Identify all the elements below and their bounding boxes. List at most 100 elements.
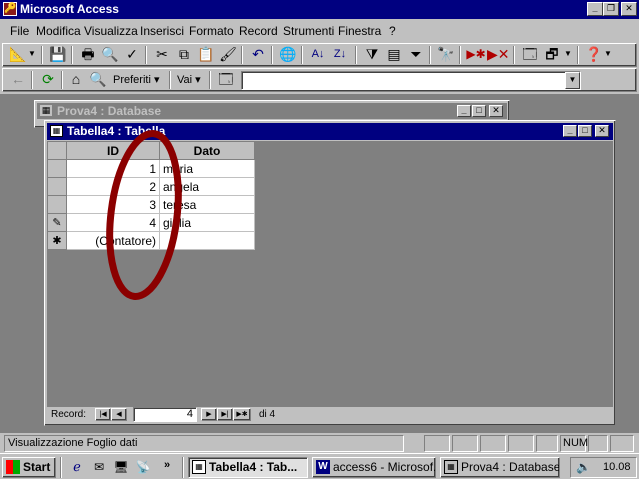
record-selector[interactable]	[47, 159, 67, 178]
apply-filter-icon[interactable]: ⏷	[405, 44, 427, 66]
start-button[interactable]: Start	[2, 457, 56, 478]
filter-selection-icon[interactable]: ⧩	[361, 44, 383, 66]
new-record-nav-button[interactable]: ▶✱	[233, 408, 251, 421]
database-icon: ▦	[444, 460, 458, 474]
task-access6-word[interactable]: W access6 - Microsof...	[312, 457, 436, 478]
home-icon[interactable]: ⌂	[65, 69, 87, 91]
sort-descending-icon[interactable]: Z↓	[329, 44, 351, 66]
print-preview-icon[interactable]: 🔍	[99, 44, 121, 66]
menu-record[interactable]: Record	[239, 24, 278, 38]
status-indicator-1	[424, 435, 450, 452]
menu-finestra[interactable]: Finestra	[338, 24, 381, 38]
delete-record-icon[interactable]: ▶✕	[487, 44, 510, 66]
quicklaunch-more-icon[interactable]: »	[164, 459, 170, 471]
refresh-icon[interactable]: ⟳	[37, 69, 59, 91]
table-icon: ▦	[192, 460, 206, 474]
app-title-bar: 🔑 Microsoft Access _ ❐ ✕	[0, 0, 639, 19]
find-icon[interactable]: 🔭	[435, 44, 457, 66]
help-dropdown-icon[interactable]: ▼	[603, 44, 613, 66]
print-icon[interactable]: 🖶	[77, 44, 99, 66]
copy-icon[interactable]: ⧉	[173, 44, 195, 66]
search-web-icon[interactable]: 🔍	[87, 69, 109, 91]
volume-icon[interactable]: 🔈	[576, 460, 591, 474]
record-selector-new[interactable]: ✱	[47, 231, 67, 250]
view-dropdown-icon[interactable]: ▼	[27, 44, 37, 66]
first-record-button[interactable]: |◀	[95, 408, 111, 421]
app-title: Microsoft Access	[20, 2, 119, 16]
web-toolbar: ← ⟳ ⌂ 🔍 Preferiti ▾ Vai ▾ 🗔 ▼	[2, 68, 637, 92]
new-object-dropdown-icon[interactable]: ▼	[563, 44, 573, 66]
help-icon[interactable]: ❓	[583, 44, 605, 66]
status-indicator-7	[610, 435, 634, 452]
save-icon[interactable]: 💾	[47, 44, 69, 66]
menu-bar: File Modifica Visualizza Inserisci Forma…	[0, 20, 639, 40]
cut-icon[interactable]: ✂	[151, 44, 173, 66]
menu-help[interactable]: ?	[389, 24, 396, 38]
go-menu[interactable]: Vai ▾	[177, 73, 201, 86]
status-indicator-5	[536, 435, 558, 452]
menu-visualizza[interactable]: Visualizza	[84, 24, 138, 38]
table-close-button[interactable]: ✕	[595, 125, 609, 137]
select-all-corner[interactable]	[47, 141, 67, 160]
record-selector[interactable]	[47, 195, 67, 214]
close-button[interactable]: ✕	[621, 2, 637, 16]
word-icon: W	[316, 460, 330, 474]
new-record-icon[interactable]: ▶✱	[465, 44, 487, 66]
next-record-button[interactable]: ▶	[201, 408, 217, 421]
status-indicator-2	[452, 435, 478, 452]
task-tabella4[interactable]: ▦ Tabella4 : Tab...	[188, 457, 308, 478]
db-maximize-button[interactable]: □	[472, 105, 486, 117]
outlook-quicklaunch-icon[interactable]: ✉	[88, 457, 110, 479]
db-minimize-button[interactable]: _	[457, 105, 471, 117]
menu-file[interactable]: File	[10, 24, 29, 38]
filter-form-icon[interactable]: ▤	[383, 44, 405, 66]
clock[interactable]: 10.08	[603, 461, 631, 473]
paste-icon[interactable]: 📋	[195, 44, 217, 66]
task-prova4-database[interactable]: ▦ Prova4 : Database	[440, 457, 560, 478]
menu-modifica[interactable]: Modifica	[36, 24, 81, 38]
menu-inserisci[interactable]: Inserisci	[140, 24, 184, 38]
system-tray: 🔈 10.08	[570, 457, 637, 478]
record-selector[interactable]	[47, 177, 67, 196]
desktop-quicklaunch-icon[interactable]: 🖥	[110, 457, 132, 479]
view-design-icon[interactable]: 📐	[7, 44, 29, 66]
table-minimize-button[interactable]: _	[563, 125, 577, 137]
restore-button[interactable]: ❐	[603, 2, 619, 16]
undo-icon[interactable]: ↶	[247, 44, 269, 66]
num-lock-indicator: NUM	[560, 435, 588, 452]
ie-quicklaunch-icon[interactable]: ℯ	[66, 457, 88, 479]
record-label: Record:	[51, 409, 87, 420]
favorites-menu[interactable]: Preferiti ▾	[113, 73, 159, 86]
address-field[interactable]: ▼	[241, 71, 581, 90]
datasheet-toolbar: 📐 ▼ 💾 🖶 🔍 ✓ ✂ ⧉ 📋 🖌 ↶ 🌐 A↓ Z↓ ⧩ ▤ ⏷ 🔭 ▶✱…	[2, 43, 637, 67]
windows-logo-icon	[6, 460, 20, 474]
hyperlink-icon[interactable]: 🌐	[277, 44, 299, 66]
status-bar: Visualizzazione Foglio dati NUM	[0, 433, 639, 453]
spelling-icon[interactable]: ✓	[121, 44, 143, 66]
mdi-workspace: ▦ Prova4 : Database _ □ ✕ ▦ Tabella4 : T…	[0, 94, 639, 433]
menu-formato[interactable]: Formato	[189, 24, 234, 38]
prev-record-button[interactable]: ◀	[111, 408, 127, 421]
table-window[interactable]: ▦ Tabella4 : Tabella _ □ ✕ ID Dato 1 mar…	[44, 120, 616, 426]
db-close-button[interactable]: ✕	[489, 105, 503, 117]
access-key-icon[interactable]: 🔑	[3, 2, 17, 16]
sort-ascending-icon[interactable]: A↓	[307, 44, 329, 66]
format-painter-icon[interactable]: 🖌	[217, 44, 239, 66]
address-dropdown-icon[interactable]: ▼	[565, 72, 580, 89]
table-maximize-button[interactable]: □	[578, 125, 592, 137]
back-icon[interactable]: ←	[7, 69, 29, 91]
datasheet-area: ID Dato 1 maria 2 angela 3 teresa ✎ 4 gi…	[47, 130, 613, 407]
status-indicator-3	[480, 435, 506, 452]
database-window-icon[interactable]: 🗔	[519, 44, 541, 66]
menu-strumenti[interactable]: Strumenti	[283, 24, 334, 38]
show-only-web-toolbar-icon[interactable]: 🗔	[215, 69, 237, 91]
record-total: di 4	[259, 409, 276, 420]
taskbar: Start ℯ ✉ 🖥 📡 » ▦ Tabella4 : Tab... W ac…	[0, 453, 639, 479]
database-window-titlebar[interactable]: ▦ Prova4 : Database _ □ ✕	[37, 103, 507, 119]
record-selector-editing[interactable]: ✎	[47, 213, 67, 232]
channels-quicklaunch-icon[interactable]: 📡	[132, 457, 154, 479]
new-object-icon[interactable]: 🗗	[541, 44, 563, 66]
minimize-button[interactable]: _	[587, 2, 603, 16]
last-record-button[interactable]: ▶|	[217, 408, 233, 421]
record-number-field[interactable]: 4	[133, 407, 197, 422]
